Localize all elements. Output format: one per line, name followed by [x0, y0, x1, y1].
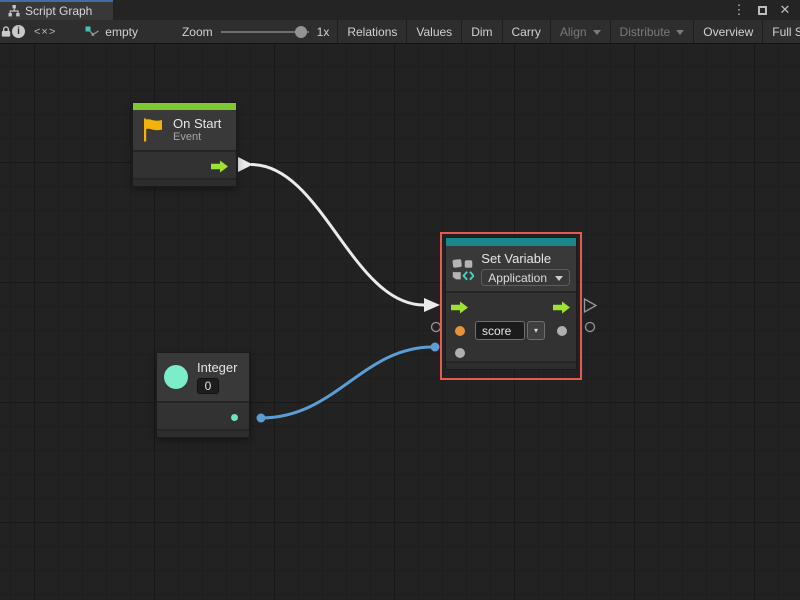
carry-button[interactable]: Carry	[503, 20, 550, 43]
set-variable-header-bar	[446, 238, 576, 246]
dim-label: Dim	[471, 25, 492, 39]
value-connection-wire[interactable]	[261, 347, 433, 418]
zoom-label: Zoom	[182, 25, 213, 39]
node-on-start[interactable]: On Start Event	[133, 103, 236, 186]
close-button[interactable]: ✕	[778, 3, 792, 17]
window-controls: ⋮ ✕	[732, 0, 800, 20]
overview-label: Overview	[703, 25, 753, 39]
info-circle-icon: i	[12, 25, 25, 38]
set-variable-value-out-port-outer[interactable]	[586, 323, 595, 332]
integer-value-out-port[interactable]	[231, 414, 238, 421]
variables-icon	[452, 255, 474, 283]
lock-button[interactable]	[0, 20, 12, 43]
zoom-slider[interactable]	[221, 26, 309, 38]
tab-bar: Script Graph ⋮ ✕	[0, 0, 800, 20]
chevron-down-icon	[593, 30, 601, 35]
variable-scope-dropdown[interactable]: Application	[481, 269, 570, 286]
node-subtitle: Event	[173, 131, 221, 144]
on-start-header-bar	[133, 103, 236, 110]
window-menu-button[interactable]: ⋮	[732, 3, 746, 17]
chevron-down-icon	[555, 276, 563, 281]
node-title: Integer	[197, 360, 237, 375]
variable-name-value: score	[482, 324, 511, 338]
node-set-variable-selection: Set Variable Application	[440, 232, 582, 380]
chevron-down-icon: ▾	[534, 326, 538, 335]
values-button[interactable]: Values	[407, 20, 461, 43]
align-label: Align	[560, 25, 587, 39]
relations-button[interactable]: Relations	[338, 20, 406, 43]
set-variable-flow-out-port-outer[interactable]	[585, 299, 597, 312]
dim-button[interactable]: Dim	[462, 20, 501, 43]
on-start-flow-out-connector[interactable]	[238, 157, 253, 172]
flow-out-port-icon[interactable]	[211, 160, 229, 173]
value-out-port[interactable]	[557, 326, 567, 336]
set-variable-flow-in-connector[interactable]	[424, 298, 440, 312]
tab-script-graph[interactable]: Script Graph	[0, 0, 113, 20]
graph-breadcrumb[interactable]: empty	[75, 20, 148, 43]
flow-in-port-icon[interactable]	[451, 301, 469, 314]
node-title: Set Variable	[481, 251, 570, 266]
info-button[interactable]: i	[12, 20, 25, 43]
node-title: On Start	[173, 116, 221, 131]
distribute-dropdown-button[interactable]: Distribute	[611, 20, 694, 43]
lock-icon	[0, 25, 12, 38]
zoom-value: 1x	[317, 25, 330, 39]
graph-canvas[interactable]: On Start Event	[0, 44, 800, 600]
values-label: Values	[416, 25, 452, 39]
integer-value-field[interactable]: 0	[197, 378, 219, 394]
integer-circle-icon	[164, 365, 188, 389]
node-integer[interactable]: Integer 0	[157, 353, 249, 437]
toolbar-buttons: Relations Values Dim Carry Align Distrib…	[337, 20, 800, 43]
carry-label: Carry	[512, 25, 541, 39]
value-in-port[interactable]	[455, 348, 465, 358]
chevron-down-icon	[676, 30, 684, 35]
variable-name-field[interactable]: score	[475, 321, 525, 340]
maximize-button[interactable]	[755, 3, 769, 17]
flow-out-port-icon[interactable]	[553, 301, 571, 314]
full-screen-button[interactable]: Full Screen	[763, 20, 800, 43]
variable-name-port[interactable]	[455, 326, 465, 336]
script-graph-window: Script Graph ⋮ ✕ i <×> emp	[0, 0, 800, 600]
zoom-slider-knob[interactable]	[295, 26, 307, 38]
distribute-label: Distribute	[620, 25, 671, 39]
tab-title: Script Graph	[25, 4, 92, 18]
maximize-icon	[758, 6, 767, 15]
relations-label: Relations	[347, 25, 397, 39]
flow-connection-wire[interactable]	[251, 164, 424, 305]
node-set-variable[interactable]: Set Variable Application	[446, 238, 576, 369]
variable-scope-value: Application	[488, 271, 547, 285]
graph-toolbar: i <×> empty Zoom 1x Relations Values	[0, 20, 800, 44]
flag-icon	[141, 117, 165, 143]
script-graph-icon	[8, 5, 20, 17]
overview-button[interactable]: Overview	[694, 20, 762, 43]
zoom-control: Zoom 1x	[174, 20, 337, 43]
node-footer	[157, 429, 249, 437]
graph-branch-icon	[85, 26, 100, 38]
variable-name-dropdown-button[interactable]: ▾	[527, 321, 545, 340]
code-preview-toggle[interactable]: <×>	[25, 20, 65, 43]
align-dropdown-button[interactable]: Align	[551, 20, 610, 43]
full-screen-label: Full Screen	[772, 25, 800, 39]
node-footer	[133, 178, 236, 186]
graph-breadcrumb-label: empty	[105, 25, 138, 39]
